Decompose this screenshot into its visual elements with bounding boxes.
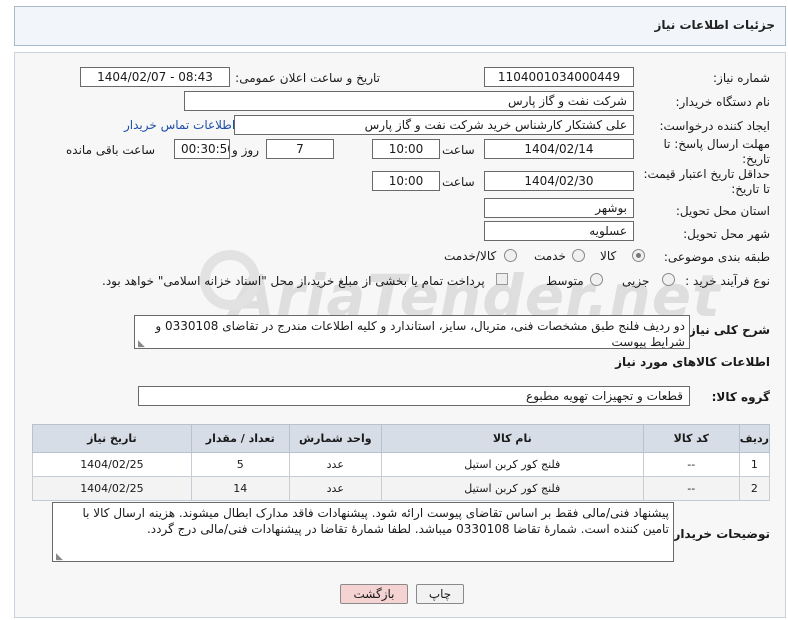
items-table: ردیف کد کالا نام کالا واحد شمارش تعداد /… bbox=[32, 424, 771, 501]
purchase-type-label: نوع فرآیند خرید : bbox=[685, 274, 770, 288]
announce-label: تاریخ و ساعت اعلان عمومی: bbox=[235, 71, 380, 85]
description-text: دو ردیف فلنج طبق مشخصات فنی، متریال، سای… bbox=[155, 319, 685, 349]
purchase-medium-radio[interactable] bbox=[590, 273, 603, 286]
province-field: بوشهر bbox=[484, 198, 634, 218]
goods-group-field: قطعات و تجهیزات تهویه مطبوع bbox=[138, 386, 690, 406]
page-title: جزئیات اطلاعات نیاز bbox=[654, 18, 775, 32]
city-field: عسلویه bbox=[484, 221, 634, 241]
category-label: طبقه بندی موضوعی: bbox=[663, 250, 770, 264]
requester-field: علی کشتکار کارشناس خرید شرکت نفت و گاز پ… bbox=[234, 115, 634, 135]
buyer-notes-textarea: پیشنهاد فنی/مالی فقط بر اساس تقاضای پیوس… bbox=[52, 502, 674, 562]
goods-group-label: گروه کالا: bbox=[711, 390, 770, 404]
days-label: روز و bbox=[232, 143, 259, 157]
deadline-date-field: 1404/02/14 bbox=[484, 139, 634, 159]
deadline-label: مهلت ارسال پاسخ: تا bbox=[663, 137, 770, 151]
cell-name: فلنج کور کربن استیل bbox=[380, 452, 644, 477]
resize-handle-icon[interactable]: ◣ bbox=[56, 552, 63, 562]
description-label: شرح کلی نیاز: bbox=[684, 323, 770, 337]
validity-time-label: ساعت bbox=[442, 175, 475, 189]
col-header-date: تاریخ نیاز bbox=[32, 424, 192, 453]
col-header-qty: تعداد / مقدار bbox=[190, 424, 290, 453]
province-label: استان محل تحویل: bbox=[675, 204, 770, 218]
days-remaining-field: 7 bbox=[266, 139, 334, 159]
need-number-label: شماره نیاز: bbox=[713, 71, 770, 85]
cell-date: 1404/02/25 bbox=[32, 452, 192, 477]
back-button[interactable]: بازگشت bbox=[340, 584, 408, 604]
table-row[interactable]: 2 -- فلنج کور کربن استیل عدد 14 1404/02/… bbox=[32, 476, 771, 501]
table-header-row: ردیف کد کالا نام کالا واحد شمارش تعداد /… bbox=[32, 424, 771, 453]
validity-date-label: تا تاریخ: bbox=[731, 182, 770, 196]
category-service-label: خدمت bbox=[534, 249, 566, 263]
purchase-small-label: جزیی bbox=[622, 274, 650, 288]
treasury-payment-checkbox[interactable] bbox=[496, 273, 508, 285]
col-header-unit: واحد شمارش bbox=[288, 424, 382, 453]
need-number-field: 1104001034000449 bbox=[484, 67, 634, 87]
col-header-row: ردیف bbox=[738, 424, 771, 453]
col-header-code: کد کالا bbox=[642, 424, 740, 453]
category-service-radio[interactable] bbox=[572, 249, 585, 262]
items-table-wrapper: ردیف کد کالا نام کالا واحد شمارش تعداد /… bbox=[32, 424, 771, 501]
category-both-label: کالا/خدمت bbox=[444, 249, 497, 263]
category-goods-label: کالا bbox=[600, 249, 617, 263]
page-header: جزئیات اطلاعات نیاز bbox=[14, 6, 786, 46]
announce-field: 1404/02/07 - 08:43 bbox=[80, 67, 230, 87]
cell-row: 1 bbox=[738, 452, 771, 477]
treasury-payment-note: پرداخت تمام یا بخشی از مبلغ خرید،از محل … bbox=[102, 274, 485, 288]
deadline-time-label: ساعت bbox=[442, 143, 475, 157]
purchase-small-radio[interactable] bbox=[662, 273, 675, 286]
table-row[interactable]: 1 -- فلنج کور کربن استیل عدد 5 1404/02/2… bbox=[32, 452, 771, 477]
buyer-org-label: نام دستگاه خریدار: bbox=[675, 95, 771, 109]
cell-code: -- bbox=[642, 476, 740, 501]
cell-code: -- bbox=[642, 452, 740, 477]
print-button[interactable]: چاپ bbox=[416, 584, 464, 604]
buyer-contact-link[interactable]: اطلاعات تماس خریدار bbox=[124, 118, 235, 132]
resize-handle-icon[interactable]: ◣ bbox=[138, 339, 145, 349]
cell-name: فلنج کور کربن استیل bbox=[380, 476, 644, 501]
purchase-medium-label: متوسط bbox=[546, 274, 584, 288]
cell-unit: عدد bbox=[288, 476, 382, 501]
buyer-org-field: شرکت نفت و گاز پارس bbox=[184, 91, 634, 111]
buyer-notes-text: پیشنهاد فنی/مالی فقط بر اساس تقاضای پیوس… bbox=[82, 506, 670, 536]
deadline-date-label: تاریخ: bbox=[742, 152, 770, 166]
col-header-name: نام کالا bbox=[380, 424, 644, 453]
validity-label: حداقل تاریخ اعتبار قیمت: bbox=[643, 167, 770, 181]
category-goods-radio[interactable] bbox=[632, 249, 645, 262]
requester-label: ایجاد کننده درخواست: bbox=[659, 119, 770, 133]
cell-date: 1404/02/25 bbox=[32, 476, 192, 501]
category-both-radio[interactable] bbox=[504, 249, 517, 262]
cell-unit: عدد bbox=[288, 452, 382, 477]
city-label: شهر محل تحویل: bbox=[683, 227, 770, 241]
description-textarea: دو ردیف فلنج طبق مشخصات فنی، متریال، سای… bbox=[134, 315, 690, 349]
validity-date-field: 1404/02/30 bbox=[484, 171, 634, 191]
deadline-time-field: 10:00 bbox=[372, 139, 440, 159]
time-remaining-label: ساعت باقی مانده bbox=[66, 143, 156, 157]
cell-qty: 14 bbox=[190, 476, 290, 501]
cell-qty: 5 bbox=[190, 452, 290, 477]
time-remaining-field: 00:30:50 bbox=[174, 139, 230, 159]
validity-time-field: 10:00 bbox=[372, 171, 440, 191]
buyer-notes-label: توضیحات خریدار: bbox=[668, 527, 770, 541]
goods-info-title: اطلاعات کالاهای مورد نیاز bbox=[615, 355, 770, 369]
cell-row: 2 bbox=[738, 476, 771, 501]
